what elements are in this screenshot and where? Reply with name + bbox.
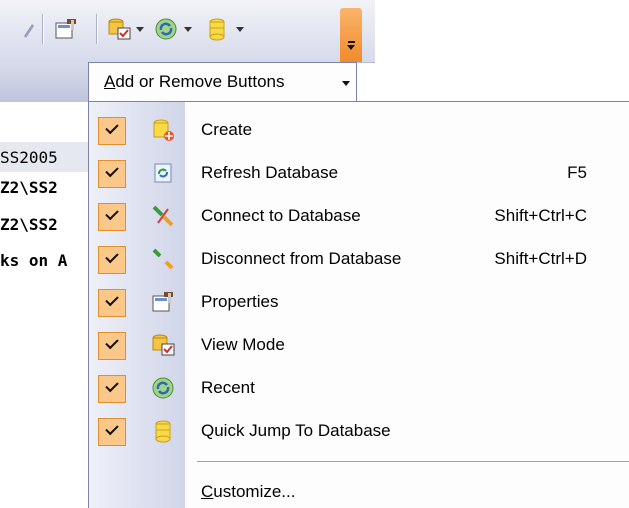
chevron-down-icon bbox=[347, 45, 355, 50]
menu-item-view-mode[interactable]: View Mode bbox=[89, 324, 629, 366]
checkmark-icon bbox=[105, 163, 119, 178]
checkbox[interactable] bbox=[98, 332, 126, 360]
recent-icon bbox=[152, 377, 174, 399]
checkbox[interactable] bbox=[98, 117, 126, 145]
view-mode-icon[interactable] bbox=[106, 16, 132, 42]
recent-icon[interactable] bbox=[153, 16, 179, 42]
add-remove-buttons-dropdown: Create Refresh Database F5 Connect to Da… bbox=[88, 101, 629, 508]
view-mode-icon bbox=[152, 334, 175, 356]
properties-icon[interactable] bbox=[53, 16, 79, 42]
connect-icon bbox=[152, 205, 174, 227]
menu-item-label: Create bbox=[201, 120, 253, 139]
partial-toolbar-icon[interactable] bbox=[10, 16, 36, 42]
background-text-line: SS2005 bbox=[0, 148, 58, 167]
menu-item-refresh-database[interactable]: Refresh Database F5 bbox=[89, 152, 629, 194]
add-remove-buttons-label: Add or Remove Buttons bbox=[104, 72, 285, 91]
add-remove-buttons-menu[interactable]: Add or Remove Buttons bbox=[88, 62, 357, 102]
left-panel-header bbox=[0, 62, 92, 102]
create-database-icon bbox=[153, 119, 174, 141]
menu-item-label: Properties bbox=[201, 292, 279, 311]
checkmark-icon bbox=[105, 292, 119, 307]
checkbox[interactable] bbox=[98, 289, 126, 317]
background-text-line: Z2\SS2 bbox=[0, 178, 58, 197]
menu-item-quick-jump-to-database[interactable]: Quick Jump To Database bbox=[89, 410, 629, 452]
checkmark-icon bbox=[105, 335, 119, 350]
quick-jump-database-icon[interactable] bbox=[204, 16, 230, 42]
disconnect-icon bbox=[152, 248, 174, 270]
toolbar-options-bar bbox=[348, 41, 355, 43]
refresh-icon bbox=[154, 163, 172, 183]
background-text-line: ks on A bbox=[0, 251, 68, 270]
menu-item-label: Quick Jump To Database bbox=[201, 421, 391, 440]
checkmark-icon bbox=[105, 249, 119, 264]
menu-item-connect-to-database[interactable]: Connect to Database Shift+Ctrl+C bbox=[89, 195, 629, 237]
checkmark-icon bbox=[105, 120, 119, 135]
menu-item-label: Recent bbox=[201, 378, 255, 397]
menu-item-label: Connect to Database bbox=[201, 206, 361, 225]
checkbox[interactable] bbox=[98, 160, 126, 188]
checkmark-icon bbox=[105, 206, 119, 221]
menu-item-shortcut: F5 bbox=[567, 163, 587, 182]
toolbar-separator bbox=[42, 14, 43, 44]
toolbar bbox=[0, 0, 375, 63]
checkbox[interactable] bbox=[98, 246, 126, 274]
checkbox[interactable] bbox=[98, 203, 126, 231]
menu-item-properties[interactable]: Properties bbox=[89, 281, 629, 323]
quick-jump-database-icon bbox=[155, 420, 171, 443]
quick-jump-dropdown-arrow[interactable] bbox=[236, 27, 244, 32]
menu-item-disconnect-from-database[interactable]: Disconnect from Database Shift+Ctrl+D bbox=[89, 238, 629, 280]
checkmark-icon bbox=[105, 378, 119, 393]
menu-item-shortcut: Shift+Ctrl+D bbox=[494, 249, 587, 268]
menu-item-label: Disconnect from Database bbox=[201, 249, 402, 268]
toolbar-separator bbox=[96, 14, 97, 44]
checkbox[interactable] bbox=[98, 418, 126, 446]
menu-item-recent[interactable]: Recent bbox=[89, 367, 629, 409]
view-mode-dropdown-arrow[interactable] bbox=[136, 27, 144, 32]
menu-item-label: Refresh Database bbox=[201, 163, 339, 182]
chevron-down-icon bbox=[342, 81, 350, 86]
checkmark-icon bbox=[105, 421, 119, 436]
toolbar-options-button[interactable] bbox=[340, 8, 362, 62]
customize-menu-item[interactable]: Customize... bbox=[201, 482, 295, 502]
menu-item-create[interactable]: Create bbox=[89, 109, 629, 151]
menu-item-label: View Mode bbox=[201, 335, 285, 354]
checkbox[interactable] bbox=[98, 375, 126, 403]
background-text-line: Z2\SS2 bbox=[0, 215, 58, 234]
properties-icon bbox=[152, 292, 173, 312]
recent-dropdown-arrow[interactable] bbox=[184, 27, 192, 32]
menu-separator bbox=[197, 461, 629, 462]
menu-item-shortcut: Shift+Ctrl+C bbox=[494, 206, 587, 225]
